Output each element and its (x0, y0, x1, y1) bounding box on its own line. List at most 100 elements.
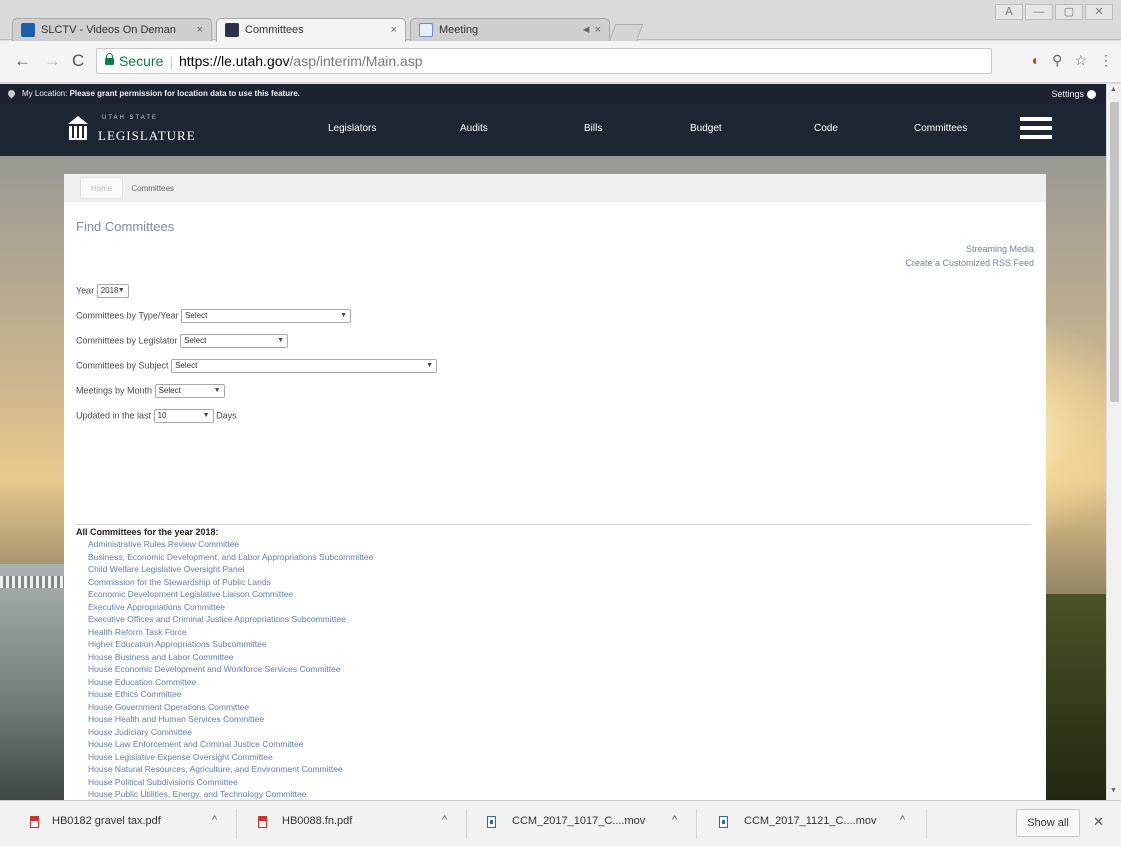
download-shelf: HB0182 gravel tax.pdf ^ HB0088.fn.pdf ^ … (0, 800, 1121, 846)
year-select[interactable]: 2018 ▼ (96, 284, 129, 298)
committee-link[interactable]: House Business and Labor Committee (88, 651, 373, 664)
url-path: /asp/interim/Main.asp (289, 53, 423, 69)
show-all-downloads-button[interactable]: Show all (1016, 809, 1080, 837)
download-item[interactable]: HB0088.fn.pdf (282, 815, 352, 827)
year-select-value: 2018 (100, 286, 119, 295)
toolbar-icons: ◐ ⚲ ☆ ⋮ (1032, 52, 1113, 69)
download-options-icon[interactable]: ^ (212, 814, 217, 826)
download-options-icon[interactable]: ^ (672, 814, 677, 826)
address-bar[interactable]: Secure | https://le.utah.gov/asp/interim/M… (96, 48, 992, 74)
settings-button[interactable]: Settings (1051, 84, 1096, 104)
meeting-favicon-icon (419, 23, 433, 37)
committee-link[interactable]: Commission for the Stewardship of Public… (88, 576, 373, 589)
committee-link[interactable]: House Judiciary Committee (88, 726, 373, 739)
committee-link[interactable]: Economic Development Legislative Liaison… (88, 588, 373, 601)
dropdown-arrow-icon: ▼ (340, 312, 348, 319)
nav-audits[interactable]: Audits (460, 123, 488, 134)
committee-link[interactable]: House Legislative Expense Oversight Comm… (88, 751, 373, 764)
location-permission-bar: My Location: Please grant permission for… (0, 84, 1106, 104)
close-window-icon[interactable]: ✕ (1085, 4, 1113, 20)
capitol-logo-icon[interactable] (68, 116, 88, 140)
rss-feed-link[interactable]: Create a Customized RSS Feed (905, 256, 1034, 270)
settings-gear-icon (1087, 90, 1096, 100)
tab-title: Committees (245, 24, 304, 36)
nav-bills[interactable]: Bills (584, 123, 602, 134)
updated-select[interactable]: 10 ▼ (153, 409, 214, 423)
browser-tab-bar: SLCTV - Videos On Deman × Committees × M… (0, 0, 1121, 42)
download-separator (466, 809, 467, 839)
committee-link[interactable]: House Natural Resources, Agriculture, an… (88, 763, 373, 776)
committee-link[interactable]: House Ethics Committee (88, 688, 373, 701)
profile-icon[interactable]: Ａ (995, 4, 1023, 20)
back-arrow-icon[interactable]: ← (14, 51, 31, 71)
zoom-icon[interactable]: ⚲ (1052, 52, 1062, 69)
nav-budget[interactable]: Budget (690, 123, 722, 134)
committee-link[interactable]: Executive Appropriations Committee (88, 601, 373, 614)
nav-code[interactable]: Code (814, 123, 838, 134)
breadcrumb-home[interactable]: Home (80, 177, 124, 199)
month-select[interactable]: Select ▼ (154, 384, 225, 398)
download-item[interactable]: HB0182 gravel tax.pdf (52, 815, 161, 827)
capitol-building-background (0, 564, 70, 800)
url-host: https://le.utah.gov (179, 53, 290, 69)
committee-link[interactable]: Higher Education Appropriations Subcommi… (88, 638, 373, 651)
subject-label: Committees by Subject (76, 360, 169, 371)
committee-link[interactable]: Business, Economic Development, and Labo… (88, 551, 373, 564)
nav-committees[interactable]: Committees (914, 123, 967, 134)
type-year-label: Committees by Type/Year (76, 310, 179, 321)
download-options-icon[interactable]: ^ (900, 814, 905, 826)
logo-text[interactable]: LEGISLATURE (98, 128, 196, 144)
tab-meeting[interactable]: Meeting ◄ × (410, 18, 610, 42)
browser-toolbar: ← → C Secure | https://le.utah.gov/asp/int… (0, 41, 1121, 83)
new-tab-button[interactable] (608, 24, 644, 42)
month-label: Meetings by Month (76, 385, 153, 396)
maximize-icon[interactable]: ▢ (1055, 4, 1083, 20)
download-item[interactable]: CCM_2017_1017_C....mov (512, 815, 645, 827)
committee-link[interactable]: House Public Utilities, Energy, and Tech… (88, 788, 373, 800)
download-options-icon[interactable]: ^ (442, 814, 447, 826)
reload-icon[interactable]: C (72, 51, 84, 71)
nav-legislators[interactable]: Legislators (328, 123, 376, 134)
close-shelf-icon[interactable]: ✕ (1093, 814, 1104, 830)
streaming-media-link[interactable]: Streaming Media (905, 242, 1034, 256)
scrollbar-thumb[interactable] (1110, 102, 1119, 402)
scroll-up-arrow-icon[interactable]: ▲ (1110, 86, 1117, 93)
tab-slctv[interactable]: SLCTV - Videos On Deman × (12, 18, 212, 42)
extension-icon[interactable]: ◐ (1032, 52, 1040, 69)
committee-link[interactable]: House Economic Development and Workforce… (88, 663, 373, 676)
committee-link[interactable]: Child Welfare Legislative Oversight Pane… (88, 563, 373, 576)
committee-link[interactable]: House Education Committee (88, 676, 373, 689)
menu-dots-icon[interactable]: ⋮ (1099, 52, 1113, 69)
year-filter: Year 2018 ▼ (76, 284, 129, 298)
hamburger-menu-icon[interactable] (1020, 117, 1052, 141)
scroll-down-arrow-icon[interactable]: ▼ (1110, 787, 1117, 794)
tab-audio-close-icon[interactable]: ◄ × (581, 19, 601, 41)
minimize-icon[interactable]: — (1025, 4, 1053, 20)
committee-link[interactable]: House Health and Human Services Committe… (88, 713, 373, 726)
committee-link[interactable]: House Political Subdivisions Committee (88, 776, 373, 789)
location-prefix: My Location: (22, 89, 68, 98)
settings-label: Settings (1051, 89, 1084, 99)
page-scrollbar[interactable]: ▲ ▼ (1106, 84, 1121, 800)
type-year-select[interactable]: Select ▼ (181, 309, 352, 323)
tab-committees[interactable]: Committees × (216, 18, 406, 42)
committee-link[interactable]: Executive Offices and Criminal Justice A… (88, 613, 373, 626)
tab-close-icon[interactable]: × (391, 19, 397, 41)
breadcrumb-current: Committees (131, 184, 175, 193)
month-select-value: Select (158, 386, 181, 395)
dropdown-arrow-icon: ▼ (277, 337, 285, 344)
download-item[interactable]: CCM_2017_1121_C....mov (744, 815, 876, 827)
committee-link[interactable]: House Law Enforcement and Criminal Justi… (88, 738, 373, 751)
page-title: Find Committees (76, 219, 175, 234)
forward-arrow-icon[interactable]: → (44, 51, 61, 71)
logo-small-text: UTAH STATE (102, 115, 158, 121)
month-filter: Meetings by Month Select ▼ (76, 384, 225, 398)
committee-link[interactable]: Health Reform Task Force (88, 626, 373, 639)
location-message: Please grant permission for location dat… (69, 89, 300, 98)
committee-link[interactable]: Administrative Rules Review Committee (88, 538, 373, 551)
subject-select[interactable]: Select ▼ (171, 359, 438, 373)
tab-close-icon[interactable]: × (197, 19, 203, 41)
bookmark-star-icon[interactable]: ☆ (1074, 52, 1087, 69)
legislator-select[interactable]: Select ▼ (180, 334, 289, 348)
committee-link[interactable]: House Government Operations Committee (88, 701, 373, 714)
